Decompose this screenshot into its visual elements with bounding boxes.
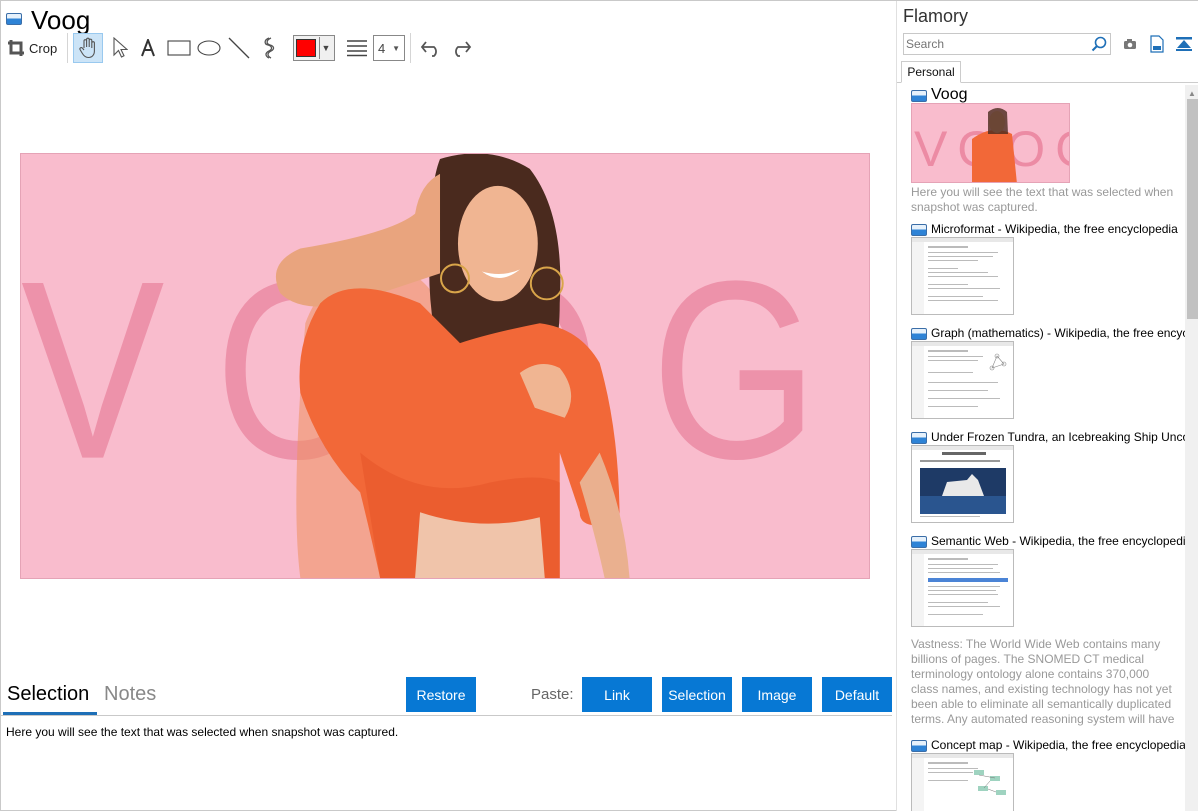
pin-to-top-icon[interactable]: [1175, 35, 1193, 53]
document-title: Voog: [31, 5, 91, 35]
freehand-icon: [260, 37, 278, 59]
list-item-description: Vastness: The World Wide Web contains ma…: [911, 637, 1175, 729]
line-width-icon: [346, 39, 368, 57]
toolbar-divider: [410, 33, 411, 63]
search-icon[interactable]: [1091, 36, 1107, 57]
tab-personal[interactable]: Personal: [901, 61, 961, 83]
scroll-up-icon[interactable]: ▲: [1188, 89, 1196, 98]
list-item-title: Under Frozen Tundra, an Icebreaking Ship…: [931, 430, 1185, 444]
snapshot-thumbnail: [911, 753, 1014, 811]
snapshot-thumbnail: [911, 341, 1014, 419]
snapshot-thumbnail: [911, 549, 1014, 627]
flamory-snapshot-icon: [911, 328, 927, 340]
list-item-title: Voog: [931, 86, 968, 103]
search-input[interactable]: [906, 35, 1086, 53]
line-width-value: 4: [378, 40, 386, 56]
toolbar-divider: [67, 33, 68, 63]
paste-label: Paste:: [531, 686, 574, 703]
flamory-snapshot-icon: [6, 13, 22, 25]
redo-icon: [450, 39, 472, 57]
list-item[interactable]: Concept map - Wikipedia, the free encycl…: [910, 737, 1185, 811]
list-scrollbar[interactable]: ▲: [1185, 85, 1198, 811]
flamory-snapshot-icon: [911, 740, 927, 752]
redo-button[interactable]: [447, 33, 475, 63]
divider: [1, 715, 892, 716]
app-window: Voog Crop ▼ 4 ▼ Selection Notes Restore …: [0, 0, 1198, 811]
snapshot-editor: Voog Crop ▼ 4 ▼ Selection Notes Restore …: [1, 1, 894, 811]
list-item[interactable]: Under Frozen Tundra, an Icebreaking Ship…: [910, 429, 1185, 529]
ellipse-tool-button[interactable]: [195, 33, 223, 63]
crop-label: Crop: [29, 40, 58, 56]
list-item-title: Concept map - Wikipedia, the free encycl…: [931, 738, 1185, 752]
snapshot-image[interactable]: VOOG: [20, 153, 870, 579]
tab-notes[interactable]: Notes: [104, 683, 156, 706]
list-item-description: Here you will see the text that was sele…: [911, 185, 1174, 214]
rectangle-icon: [167, 40, 191, 56]
list-item-title: Semantic Web - Wikipedia, the free encyc…: [931, 534, 1185, 548]
line-icon: [228, 37, 250, 59]
snapshot-thumbnail: VOOG: [911, 103, 1070, 183]
flamory-snapshot-icon: [911, 536, 927, 548]
pointer-icon: [112, 37, 128, 59]
snapshot-list: Voog VOOG Here you will see the text tha…: [897, 85, 1185, 811]
text-tool-button[interactable]: [135, 33, 161, 63]
undo-button[interactable]: [417, 33, 445, 63]
list-item[interactable]: Voog VOOG Here you will see the text tha…: [910, 85, 1185, 215]
color-swatch: [295, 39, 316, 57]
line-width-button[interactable]: [344, 33, 370, 63]
selection-text[interactable]: Here you will see the text that was sele…: [6, 725, 398, 739]
flamory-snapshot-icon: [911, 90, 927, 102]
select-tool-button[interactable]: [107, 33, 133, 63]
line-tool-button[interactable]: [225, 33, 253, 63]
tab-selection[interactable]: Selection: [7, 683, 89, 714]
list-item[interactable]: Microformat - Wikipedia, the free encycl…: [910, 221, 1185, 321]
hand-tool-button[interactable]: [73, 33, 103, 63]
line-width-select[interactable]: 4 ▼: [373, 35, 405, 61]
text-icon: [140, 39, 156, 57]
paste-default-button[interactable]: Default: [822, 677, 892, 712]
list-item-title: Graph (mathematics) - Wikipedia, the fre…: [931, 326, 1185, 340]
ellipse-icon: [197, 40, 221, 56]
paste-image-button[interactable]: Image: [742, 677, 812, 712]
restore-button[interactable]: Restore: [406, 677, 476, 712]
stroke-color-picker[interactable]: ▼: [293, 35, 335, 61]
app-title: Flamory: [903, 6, 969, 26]
flamory-snapshot-icon: [911, 224, 927, 236]
list-item-title: Microformat - Wikipedia, the free encycl…: [931, 222, 1178, 236]
chevron-down-icon: ▼: [318, 37, 333, 59]
rectangle-tool-button[interactable]: [165, 33, 193, 63]
crop-button[interactable]: Crop: [7, 33, 61, 63]
flamory-snapshot-icon: [911, 432, 927, 444]
flamory-sidebar: Flamory Personal Voog VOOG: [896, 1, 1198, 811]
list-item[interactable]: Graph (mathematics) - Wikipedia, the fre…: [910, 325, 1185, 425]
undo-icon: [420, 39, 442, 57]
snapshot-thumbnail: [911, 445, 1014, 523]
snapshot-thumbnail: [911, 237, 1014, 315]
scrollbar-thumb[interactable]: [1187, 99, 1198, 319]
snapshot-info-panel: Selection Notes Restore Paste: Link Sele…: [1, 677, 894, 811]
crop-icon: [7, 39, 25, 57]
paste-selection-button[interactable]: Selection: [662, 677, 732, 712]
annotation-toolbar: Crop ▼ 4 ▼: [1, 33, 894, 63]
chevron-down-icon: ▼: [392, 43, 400, 53]
document-icon[interactable]: [1148, 35, 1166, 53]
freehand-tool-button[interactable]: [255, 33, 283, 63]
search-field[interactable]: [903, 33, 1111, 55]
list-item[interactable]: Semantic Web - Wikipedia, the free encyc…: [910, 533, 1185, 733]
camera-icon[interactable]: [1121, 35, 1139, 53]
paste-link-button[interactable]: Link: [582, 677, 652, 712]
hand-icon: [78, 37, 98, 59]
